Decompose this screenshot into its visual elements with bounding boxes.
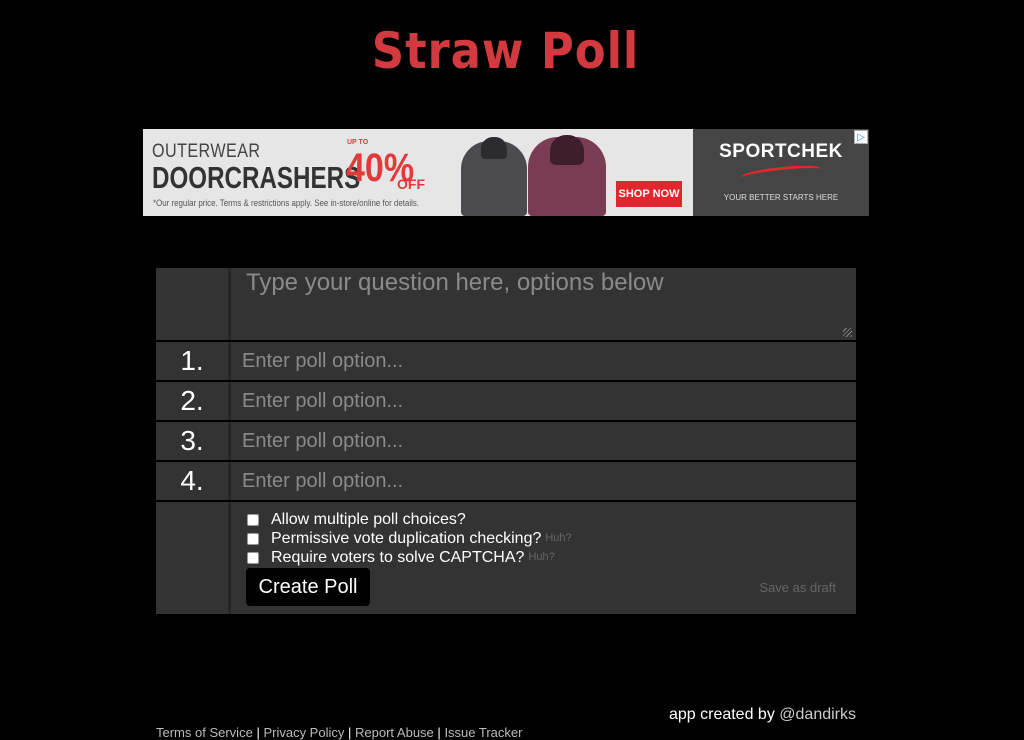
permissive-duplication-checkbox[interactable] <box>247 532 259 545</box>
ad-banner[interactable]: OUTERWEAR DOORCRASHERS *Our regular pric… <box>143 129 869 216</box>
ad-fineprint: *Our regular price. Terms & restrictions… <box>153 198 420 208</box>
terms-of-service-link[interactable]: Terms of Service <box>156 725 253 740</box>
create-poll-button[interactable]: Create Poll <box>246 568 370 606</box>
credit-prefix: app created by <box>668 706 775 723</box>
multiple-choices-option: Allow multiple poll choices? <box>247 510 572 529</box>
ad-brand-logo: SPORTCHEK <box>719 141 843 162</box>
save-as-draft-link[interactable]: Save as draft <box>759 580 836 595</box>
option-number: 2. <box>156 382 231 420</box>
author-link[interactable]: @dandirks <box>779 706 856 723</box>
permissive-duplication-option: Permissive vote duplication checking? Hu… <box>247 529 572 548</box>
settings-row: Allow multiple poll choices? Permissive … <box>156 502 856 614</box>
huh-link[interactable]: Huh? <box>528 548 554 567</box>
option-row: 3. Enter poll option... <box>156 422 856 460</box>
logo-text: Straw Poll <box>371 22 640 80</box>
settings-gutter <box>156 502 231 614</box>
option-number: 4. <box>156 462 231 500</box>
footer-separator: | <box>256 725 260 740</box>
settings-checkboxes: Allow multiple poll choices? Permissive … <box>247 510 572 567</box>
ad-brand-swoosh <box>739 162 823 185</box>
app-credit: app created by @dandirks <box>669 706 856 724</box>
footer-separator: | <box>437 725 441 740</box>
huh-link[interactable]: Huh? <box>545 529 571 548</box>
captcha-option: Require voters to solve CAPTCHA? Huh? <box>247 548 572 567</box>
privacy-policy-link[interactable]: Privacy Policy <box>263 725 344 740</box>
multiple-choices-label[interactable]: Allow multiple poll choices? <box>271 510 466 529</box>
ad-brand-panel[interactable]: SPORTCHEK YOUR BETTER STARTS HERE <box>693 129 869 216</box>
option-row: 1. Enter poll option... <box>156 342 856 380</box>
question-textarea[interactable]: Type your question here, options below <box>246 269 664 297</box>
footer-separator: | <box>348 725 352 740</box>
option-row: 2. Enter poll option... <box>156 382 856 420</box>
adchoices-icon[interactable]: ▷ <box>854 130 868 144</box>
report-abuse-link[interactable]: Report Abuse <box>355 725 434 740</box>
ad-upto-text: UP TO <box>347 139 369 146</box>
option-input[interactable]: Enter poll option... <box>242 342 403 380</box>
ad-jacket-image <box>528 135 606 216</box>
ad-shop-now-button[interactable]: SHOP NOW <box>616 181 682 207</box>
option-row: 4. Enter poll option... <box>156 462 856 500</box>
permissive-duplication-label[interactable]: Permissive vote duplication checking? <box>271 529 541 548</box>
ad-doorcrashers-text: DOORCRASHERS <box>152 160 361 195</box>
option-input[interactable]: Enter poll option... <box>242 462 403 500</box>
ad-off-text: OFF <box>397 176 425 192</box>
option-input[interactable]: Enter poll option... <box>242 422 403 460</box>
option-number: 1. <box>156 342 231 380</box>
question-gutter <box>156 268 231 340</box>
ad-jacket-image <box>461 137 527 216</box>
straw-poll-logo[interactable]: Straw Poll <box>51 24 961 78</box>
question-row: Type your question here, options below <box>156 268 856 340</box>
footer-links: Terms of Service | Privacy Policy | Repo… <box>156 725 522 740</box>
option-input[interactable]: Enter poll option... <box>242 382 403 420</box>
ad-promo-panel[interactable]: OUTERWEAR DOORCRASHERS *Our regular pric… <box>143 129 693 216</box>
multiple-choices-checkbox[interactable] <box>247 513 259 526</box>
captcha-checkbox[interactable] <box>247 551 259 564</box>
poll-form: Type your question here, options below 1… <box>156 268 856 614</box>
resize-handle-icon[interactable] <box>843 328 852 337</box>
issue-tracker-link[interactable]: Issue Tracker <box>444 725 522 740</box>
captcha-label[interactable]: Require voters to solve CAPTCHA? <box>271 548 524 567</box>
ad-tagline: YOUR BETTER STARTS HERE <box>723 193 839 202</box>
option-number: 3. <box>156 422 231 460</box>
